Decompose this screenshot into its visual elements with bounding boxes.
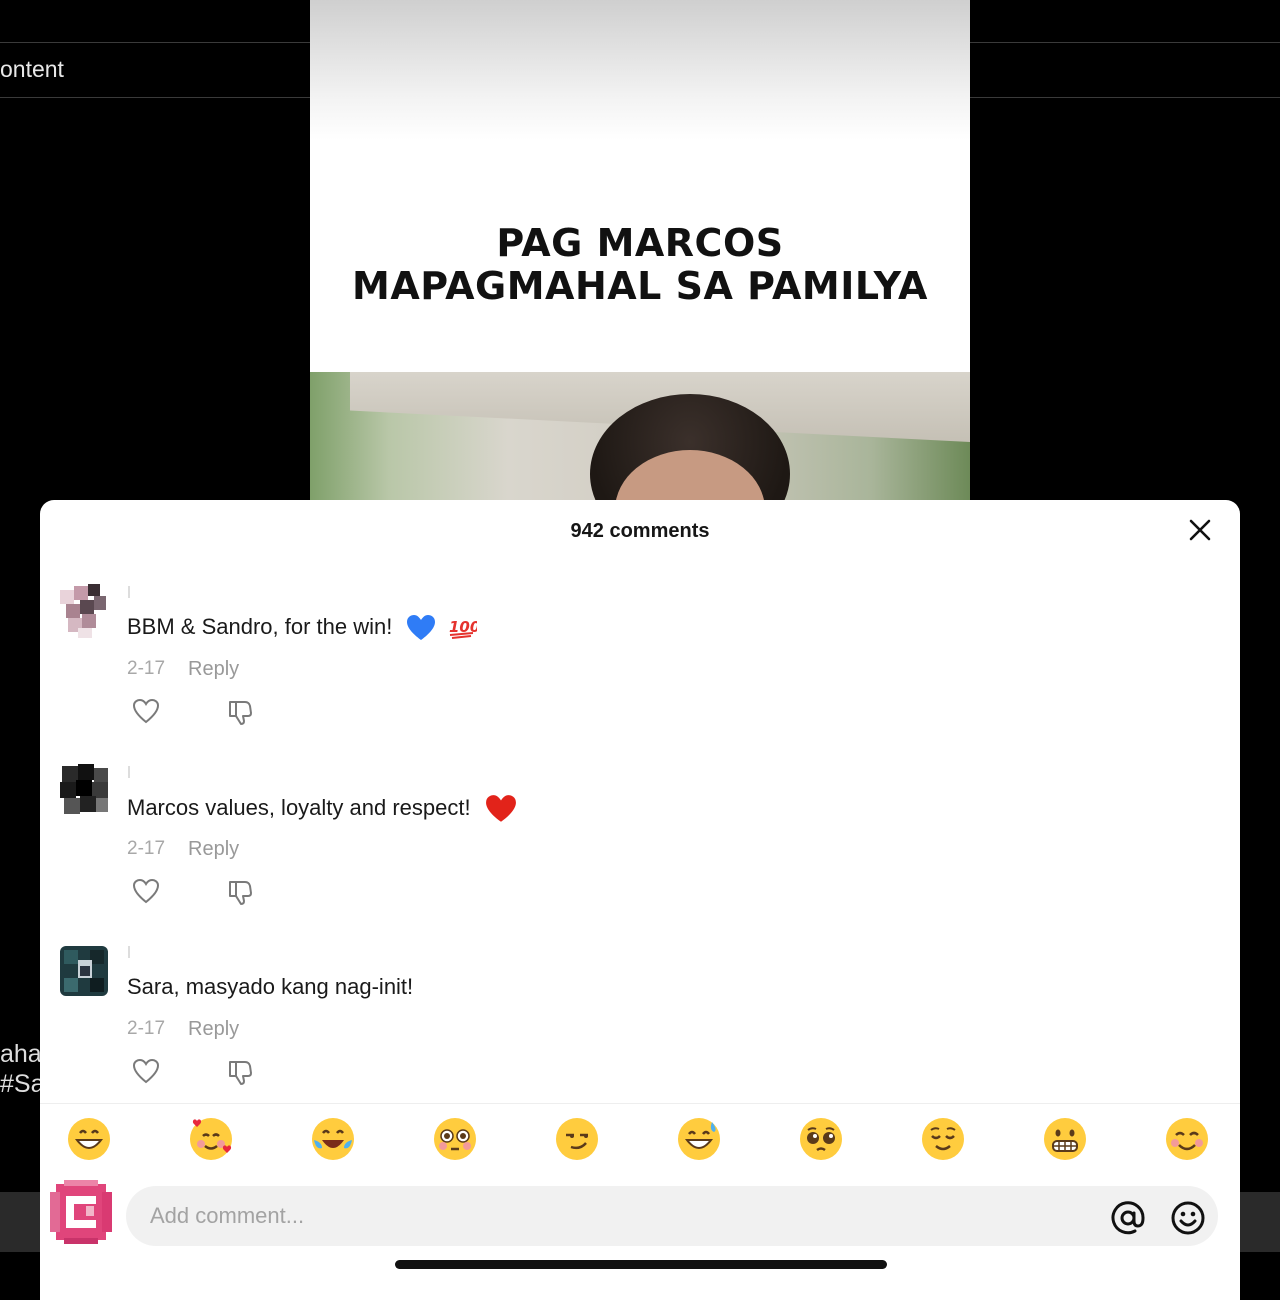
avatar[interactable] xyxy=(54,942,114,1000)
comment-date: 2-17 xyxy=(127,838,166,859)
comment-input[interactable]: Add comment... xyxy=(126,1186,1218,1246)
avatar[interactable] xyxy=(54,582,114,640)
avatar[interactable] xyxy=(54,762,114,820)
quick-emoji-bar xyxy=(40,1116,1240,1172)
video-footage xyxy=(310,372,970,500)
smirking-face-icon[interactable] xyxy=(554,1116,600,1162)
thumbs-down-icon[interactable] xyxy=(226,878,254,906)
video-caption-line-2: MAPAGMAHAL SA PAMILYA xyxy=(352,264,928,308)
username-placeholder xyxy=(128,766,130,778)
hundred-points-icon: 100 xyxy=(449,618,477,640)
thumbs-down-icon[interactable] xyxy=(226,698,254,726)
emoji-picker-icon[interactable] xyxy=(1170,1200,1206,1236)
comment-body: BBM & Sandro, for the win! xyxy=(127,614,393,639)
grinning-sweat-icon[interactable] xyxy=(676,1116,722,1162)
comment-item: Sara, masyado kang nag-init! 2-17 Reply xyxy=(40,942,1240,1112)
background-hashtag-fragment: #Sa xyxy=(0,1070,45,1098)
comments-sheet: 942 comments BBM & Sandro, for the win! … xyxy=(40,500,1240,1300)
comment-text: BBM & Sandro, for the win! 100 xyxy=(127,614,477,642)
comment-text: Sara, masyado kang nag-init! xyxy=(127,974,413,1000)
background-tab-label[interactable]: ontent xyxy=(0,56,64,83)
comment-item: Marcos values, loyalty and respect! 2-17… xyxy=(40,762,1240,932)
reply-button[interactable]: Reply xyxy=(188,838,239,861)
comments-count-title: 942 comments xyxy=(570,520,710,542)
smiling-blush-icon[interactable] xyxy=(1164,1116,1210,1162)
pleading-face-icon[interactable] xyxy=(798,1116,844,1162)
background-caption-fragment: aha xyxy=(0,1040,42,1068)
video-top-gradient xyxy=(310,0,970,140)
smiling-face-with-hearts-icon[interactable] xyxy=(188,1116,234,1162)
comment-text: Marcos values, loyalty and respect! xyxy=(127,794,517,824)
blue-heart-icon xyxy=(407,615,436,641)
reply-button[interactable]: Reply xyxy=(188,658,239,681)
comment-item: BBM & Sandro, for the win! 100 2-17 Repl… xyxy=(40,582,1240,752)
reply-button[interactable]: Reply xyxy=(188,1018,239,1041)
grinning-face-icon[interactable] xyxy=(66,1116,112,1162)
heart-outline-icon[interactable] xyxy=(132,878,160,904)
comment-date: 2-17 xyxy=(127,658,166,679)
home-indicator xyxy=(395,1260,887,1269)
video-player[interactable]: PAG MARCOS MAPAGMAHAL SA PAMILYA xyxy=(310,0,970,500)
comment-date: 2-17 xyxy=(127,1018,166,1039)
red-heart-icon xyxy=(485,795,516,822)
thumbs-down-icon[interactable] xyxy=(226,1058,254,1086)
current-user-avatar[interactable] xyxy=(50,1180,112,1244)
grimacing-face-icon[interactable] xyxy=(1042,1116,1088,1162)
username-placeholder xyxy=(128,586,130,598)
emoji-bar-divider xyxy=(40,1103,1240,1104)
tears-of-joy-icon[interactable] xyxy=(310,1116,356,1162)
video-caption-line-1: PAG MARCOS xyxy=(496,221,784,265)
flushed-face-icon[interactable] xyxy=(432,1116,478,1162)
relieved-face-icon[interactable] xyxy=(920,1116,966,1162)
close-icon[interactable] xyxy=(1188,518,1212,542)
heart-outline-icon[interactable] xyxy=(132,698,160,724)
comment-body: Marcos values, loyalty and respect! xyxy=(127,794,471,820)
comment-body: Sara, masyado kang nag-init! xyxy=(127,974,414,999)
comment-input-placeholder: Add comment... xyxy=(150,1203,305,1228)
video-caption: PAG MARCOS MAPAGMAHAL SA PAMILYA xyxy=(310,222,970,308)
username-placeholder xyxy=(128,946,130,958)
mention-icon[interactable] xyxy=(1110,1200,1146,1236)
heart-outline-icon[interactable] xyxy=(132,1058,160,1084)
